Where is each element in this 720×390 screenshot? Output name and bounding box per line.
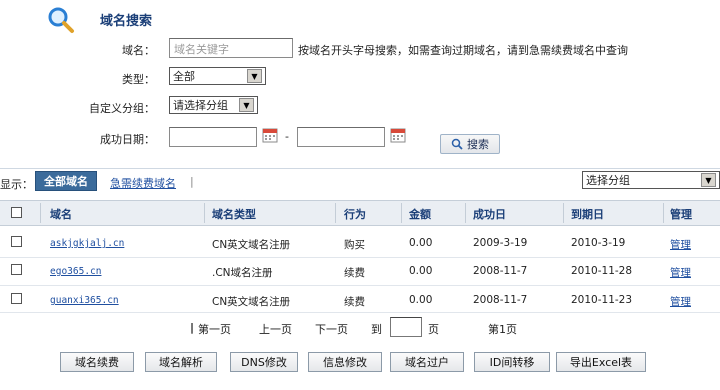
show-label: 显示： [0, 178, 33, 191]
row-checkbox[interactable] [11, 293, 22, 304]
date-end-input[interactable] [297, 127, 385, 147]
column-divider [465, 203, 466, 223]
row-checkbox[interactable] [11, 264, 22, 275]
row-divider [0, 257, 720, 258]
transfer-owner-button[interactable]: 域名过户 [390, 352, 464, 372]
date-start-input[interactable] [169, 127, 257, 147]
manage-link[interactable]: 管理 [670, 265, 691, 280]
magnifier-icon [48, 7, 74, 33]
type-select-value: 全部 [173, 70, 195, 83]
domain-label: 域名： [122, 44, 155, 57]
calendar-icon[interactable] [390, 127, 406, 143]
tab-separator: | [190, 175, 194, 188]
search-icon [451, 138, 463, 150]
calendar-icon[interactable] [262, 127, 278, 143]
search-title: 域名搜索 [100, 14, 153, 29]
group-label: 自定义分组： [89, 102, 155, 115]
pager-next[interactable]: 下一页 [315, 321, 348, 337]
domain-type: CN英文域名注册 [212, 296, 291, 308]
column-divider [401, 203, 402, 223]
manage-link[interactable]: 管理 [670, 237, 691, 252]
row-action: 购买 [344, 239, 365, 251]
search-button[interactable]: 搜索 [440, 134, 500, 154]
row-action: 续费 [344, 296, 365, 308]
row-checkbox[interactable] [11, 236, 22, 247]
row-expire-date: 2010-11-28 [571, 265, 633, 277]
chevron-down-icon: ▼ [247, 69, 262, 83]
pager-current: 第1页 [488, 323, 517, 336]
domain-link[interactable]: guanxi365.cn [50, 295, 119, 306]
row-expire-date: 2010-11-23 [571, 294, 633, 306]
pager-unit-label: 页 [428, 323, 439, 336]
column-header-domain[interactable]: 域名 [50, 206, 72, 222]
row-action: 续费 [344, 267, 365, 279]
column-header-type[interactable]: 域名类型 [212, 206, 256, 222]
search-button-label: 搜索 [467, 138, 489, 151]
domain-link[interactable]: askjgkjalj.cn [50, 238, 124, 249]
row-amount: 0.00 [409, 294, 433, 306]
row-divider [0, 285, 720, 286]
export-excel-button[interactable]: 导出Excel表 [556, 352, 646, 372]
tab-all-domains[interactable]: 全部域名 [35, 171, 97, 191]
row-amount: 0.00 [409, 265, 433, 277]
manage-link[interactable]: 管理 [670, 294, 691, 309]
domain-hint: 按域名开头字母搜索，如需查询过期域名，请到急需续费域名中查询 [298, 44, 628, 57]
row-divider [0, 312, 720, 313]
domain-type: CN英文域名注册 [212, 239, 291, 251]
info-modify-button[interactable]: 信息修改 [308, 352, 382, 372]
date-separator: - [285, 130, 289, 143]
group-select-value: 请选择分组 [173, 99, 228, 112]
select-all-checkbox[interactable] [11, 207, 22, 218]
domain-type: .CN域名注册 [212, 267, 273, 279]
column-header-amount[interactable]: 金额 [409, 206, 431, 222]
pager-first[interactable]: 第一页 [198, 321, 231, 337]
column-divider [563, 203, 564, 223]
divider [0, 168, 720, 169]
group-select[interactable]: 请选择分组 ▼ [169, 96, 258, 114]
column-header-action[interactable]: 行为 [344, 206, 366, 222]
type-select[interactable]: 全部 ▼ [169, 67, 266, 85]
page-number-input[interactable] [390, 317, 422, 337]
chevron-down-icon: ▼ [239, 98, 254, 112]
row-success-date: 2008-11-7 [473, 265, 528, 277]
domain-link[interactable]: ego365.cn [50, 266, 101, 277]
domain-input[interactable]: 域名关键字 [169, 38, 293, 58]
renew-domain-button[interactable]: 域名续费 [60, 352, 134, 372]
id-transfer-button[interactable]: ID间转移 [474, 352, 550, 372]
tab-renew-urgent[interactable]: 急需续费域名 [110, 175, 176, 191]
type-label: 类型： [122, 73, 155, 86]
pager-goto-label: 到 [371, 323, 382, 336]
resolve-domain-button[interactable]: 域名解析 [145, 352, 217, 372]
dns-modify-button[interactable]: DNS修改 [230, 352, 298, 372]
row-expire-date: 2010-3-19 [571, 237, 626, 249]
pager-prev[interactable]: 上一页 [259, 321, 292, 337]
column-divider [335, 203, 336, 223]
column-divider [663, 203, 664, 223]
row-amount: 0.00 [409, 237, 433, 249]
chevron-down-icon: ▼ [701, 173, 716, 187]
filter-group-select[interactable]: 选择分组 ▼ [582, 171, 720, 189]
column-divider [204, 203, 205, 223]
column-header-success[interactable]: 成功日 [473, 206, 506, 222]
date-label: 成功日期： [100, 133, 155, 146]
column-header-expire[interactable]: 到期日 [571, 206, 604, 222]
column-divider [40, 203, 41, 223]
pager-bar: | [190, 321, 195, 334]
row-success-date: 2009-3-19 [473, 237, 528, 249]
filter-group-value: 选择分组 [586, 174, 630, 187]
column-header-manage: 管理 [670, 208, 692, 221]
row-success-date: 2008-11-7 [473, 294, 528, 306]
